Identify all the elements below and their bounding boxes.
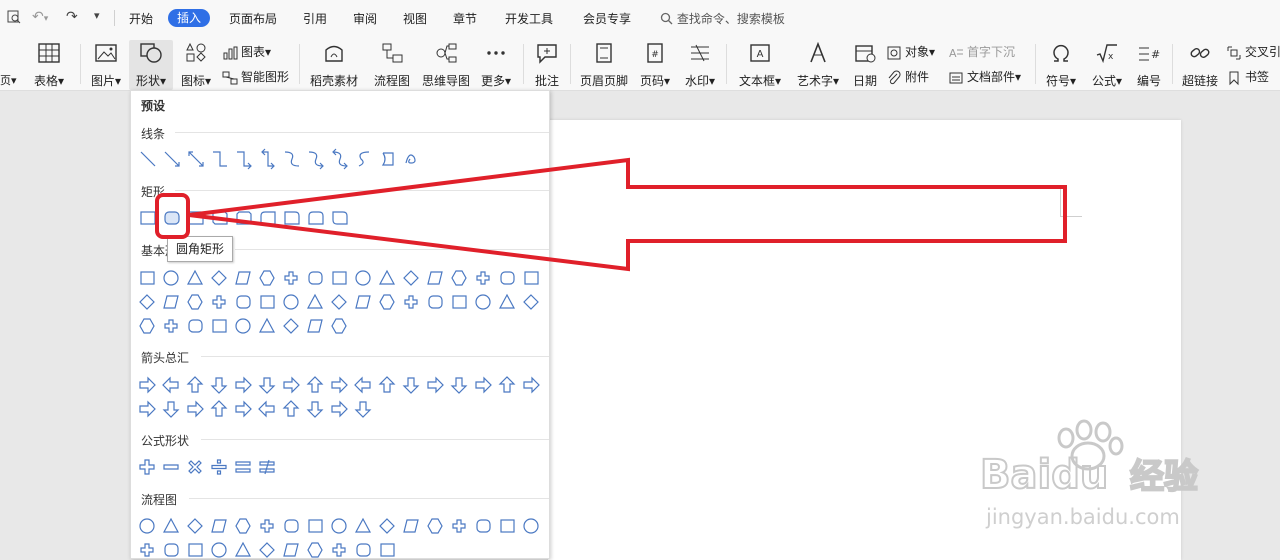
watermark-url: jingyan.baidu.com bbox=[985, 505, 1180, 529]
highlight-box bbox=[155, 193, 190, 239]
watermark-cn: 经验 bbox=[1130, 457, 1198, 497]
watermark-brand: Baidu bbox=[980, 452, 1108, 498]
annotation-arrow bbox=[188, 157, 1067, 272]
baidu-jingyan-watermark: Baidu 经验 jingyan.baidu.com bbox=[980, 419, 1199, 529]
